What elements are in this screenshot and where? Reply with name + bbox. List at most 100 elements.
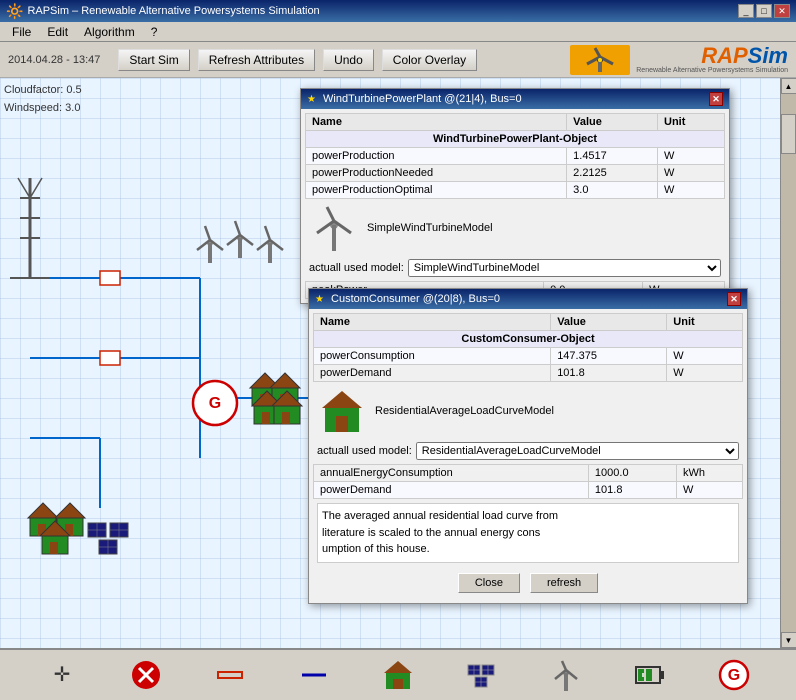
scroll-up-arrow[interactable]: ▲: [781, 78, 796, 94]
wind-model-select[interactable]: SimpleWindTurbineModel: [408, 259, 721, 277]
consumer-dialog-close[interactable]: ✕: [727, 292, 741, 306]
line-icon: [214, 659, 246, 691]
consumer-col-name: Name: [314, 314, 551, 331]
app-icon: 🔆: [6, 3, 23, 20]
table-row: powerProduction 1.4517 W: [306, 148, 725, 165]
consumer-props-table: Name Value Unit CustomConsumer-Object po…: [313, 313, 743, 382]
wind-col-value: Value: [567, 114, 658, 131]
tool-house[interactable]: [378, 655, 418, 695]
consumer-refresh-button[interactable]: refresh: [530, 573, 598, 593]
wind-row3-value: 3.0: [567, 182, 658, 199]
wind-model-dropdown-row: actuall used model: SimpleWindTurbineMod…: [305, 257, 725, 279]
consumer-extra2-name: powerDemand: [314, 482, 589, 499]
main-area: Cloudfactor: 0.5 Windspeed: 3.0: [0, 78, 796, 648]
wind-title-text: WindTurbinePowerPlant @(21|4), Bus=0: [323, 93, 522, 105]
tool-line[interactable]: [210, 655, 250, 695]
tool-wire[interactable]: [294, 655, 334, 695]
house-model-svg: [317, 386, 367, 436]
table-row: powerDemand 101.8 W: [314, 365, 743, 382]
window-title: RAPSim – Renewable Alternative Powersyst…: [27, 5, 319, 17]
menu-help[interactable]: ?: [143, 25, 166, 39]
consumer-row1-unit: W: [667, 348, 743, 365]
color-overlay-button[interactable]: Color Overlay: [382, 49, 477, 71]
start-sim-button[interactable]: Start Sim: [118, 49, 189, 71]
menu-file[interactable]: File: [4, 25, 39, 39]
table-row: powerProductionOptimal 3.0 W: [306, 182, 725, 199]
consumer-model-name: ResidentialAverageLoadCurveModel: [375, 405, 554, 417]
consumer-row2-name: powerDemand: [314, 365, 551, 382]
tool-generator[interactable]: G: [714, 655, 754, 695]
consumer-title-icon: ★: [315, 294, 324, 305]
consumer-dropdown-label: actuall used model:: [317, 445, 412, 457]
consumer-title-text: CustomConsumer @(20|8), Bus=0: [331, 293, 500, 305]
consumer-extra1-value: 1000.0: [588, 465, 676, 482]
consumer-row1-name: powerConsumption: [314, 348, 551, 365]
scroll-track[interactable]: [781, 94, 796, 632]
logo-windmill-svg: [575, 46, 625, 74]
bottom-toolbar: ✛: [0, 648, 796, 700]
windmill-model-svg: [309, 203, 359, 253]
wind-turbine-dialog: ★ WindTurbinePowerPlant @(21|4), Bus=0 ✕…: [300, 88, 730, 304]
wire-icon: [298, 659, 330, 691]
consumer-info-text: The averaged annual residential load cur…: [317, 503, 739, 563]
wind-props-table: Name Value Unit WindTurbinePowerPlant-Ob…: [305, 113, 725, 199]
title-controls[interactable]: _ □ ✕: [738, 4, 790, 18]
wind-model-row: SimpleWindTurbineModel: [305, 199, 725, 257]
house-icon: [380, 657, 416, 693]
move-icon: ✛: [46, 659, 78, 691]
consumer-model-img: [317, 386, 367, 436]
wind-row3-unit: W: [658, 182, 725, 199]
close-btn[interactable]: ✕: [774, 4, 790, 18]
title-left: 🔆 RAPSim – Renewable Alternative Powersy…: [6, 3, 320, 20]
consumer-close-button[interactable]: Close: [458, 573, 520, 593]
table-row: powerDemand 101.8 W: [314, 482, 743, 499]
table-row: powerProductionNeeded 2.2125 W: [306, 165, 725, 182]
tool-wind[interactable]: [546, 655, 586, 695]
wind-model-img: [309, 203, 359, 253]
minimize-btn[interactable]: _: [738, 4, 754, 18]
consumer-row1-value: 147.375: [551, 348, 667, 365]
wind-row3-name: powerProductionOptimal: [306, 182, 567, 199]
undo-button[interactable]: Undo: [323, 49, 374, 71]
refresh-attributes-button[interactable]: Refresh Attributes: [198, 49, 315, 71]
vertical-scrollbar[interactable]: ▲ ▼: [780, 78, 796, 648]
consumer-extra1-unit: kWh: [676, 465, 742, 482]
wind-row1-name: powerProduction: [306, 148, 567, 165]
consumer-dialog-buttons: Close refresh: [313, 567, 743, 599]
menu-algorithm[interactable]: Algorithm: [76, 25, 143, 39]
maximize-btn[interactable]: □: [756, 4, 772, 18]
consumer-dialog: ★ CustomConsumer @(20|8), Bus=0 ✕ Name V…: [308, 288, 748, 604]
logo-rap: RAP: [701, 43, 747, 68]
svg-text:G: G: [728, 667, 740, 684]
scroll-thumb[interactable]: [781, 114, 796, 154]
wind-dialog-close[interactable]: ✕: [709, 92, 723, 106]
wind-row2-unit: W: [658, 165, 725, 182]
wind-icon: [548, 657, 584, 693]
wind-model-name: SimpleWindTurbineModel: [367, 222, 493, 234]
consumer-dialog-title: ★ CustomConsumer @(20|8), Bus=0 ✕: [309, 289, 747, 309]
simulation-canvas[interactable]: Cloudfactor: 0.5 Windspeed: 3.0: [0, 78, 780, 648]
menu-edit[interactable]: Edit: [39, 25, 76, 39]
datetime-label: 2014.04.28 - 13:47: [8, 54, 100, 66]
logo-text: RAPSim Renewable Alternative Powersystem…: [636, 45, 788, 74]
wind-title-icon: ★: [307, 94, 316, 105]
consumer-model-select[interactable]: ResidentialAverageLoadCurveModel: [416, 442, 739, 460]
tool-move[interactable]: ✛: [42, 655, 82, 695]
delete-icon: [130, 659, 162, 691]
scroll-down-arrow[interactable]: ▼: [781, 632, 796, 648]
consumer-extra-table: annualEnergyConsumption 1000.0 kWh power…: [313, 464, 743, 499]
consumer-section-header: CustomConsumer-Object: [314, 331, 743, 348]
tool-battery[interactable]: [630, 655, 670, 695]
consumer-model-row: ResidentialAverageLoadCurveModel: [313, 382, 743, 440]
battery-icon: [632, 657, 668, 693]
menu-bar: File Edit Algorithm ?: [0, 22, 796, 42]
title-bar: 🔆 RAPSim – Renewable Alternative Powersy…: [0, 0, 796, 22]
wind-col-name: Name: [306, 114, 567, 131]
tool-solar[interactable]: [462, 655, 502, 695]
logo-area: RAPSim Renewable Alternative Powersystem…: [570, 45, 788, 75]
wind-row1-value: 1.4517: [567, 148, 658, 165]
consumer-col-unit: Unit: [667, 314, 743, 331]
logo-subtitle: Renewable Alternative Powersystems Simul…: [636, 67, 788, 74]
consumer-row2-unit: W: [667, 365, 743, 382]
tool-delete[interactable]: [126, 655, 166, 695]
